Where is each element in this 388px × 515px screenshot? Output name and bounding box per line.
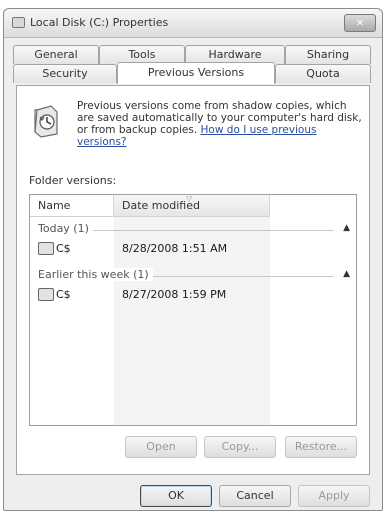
drive-snapshot-icon	[38, 242, 54, 255]
item-name: C$	[56, 288, 71, 301]
tab-quota[interactable]: Quota	[275, 64, 371, 83]
close-button[interactable]: ✕	[344, 14, 376, 32]
list-item[interactable]: C$ 8/27/2008 1:59 PM	[36, 286, 346, 304]
tab-security[interactable]: Security	[13, 64, 117, 83]
previous-versions-icon	[34, 105, 58, 138]
chevron-up-icon[interactable]: ▲	[343, 269, 350, 279]
list-item[interactable]: C$ 8/28/2008 1:51 AM	[36, 240, 346, 258]
folder-versions-label: Folder versions:	[29, 174, 117, 187]
group-label: Today (1)	[38, 222, 93, 235]
apply-button[interactable]: Apply	[298, 485, 370, 507]
open-button[interactable]: Open	[125, 436, 197, 458]
info-text-block: Previous versions come from shadow copie…	[77, 100, 362, 148]
column-header-name-label: Name	[38, 199, 71, 212]
title-bar[interactable]: Local Disk (C:) Properties ✕	[4, 9, 382, 38]
item-name: C$	[56, 242, 71, 255]
tab-general[interactable]: General	[13, 45, 99, 64]
group-label: Earlier this week (1)	[38, 268, 153, 281]
window-title: Local Disk (C:) Properties	[30, 16, 169, 29]
ok-button[interactable]: OK	[140, 485, 212, 507]
chevron-up-icon[interactable]: ▲	[343, 223, 350, 233]
group-header-today[interactable]: Today (1) ▲	[38, 222, 352, 238]
item-date-modified: 8/27/2008 1:59 PM	[122, 288, 227, 301]
column-header-name[interactable]: Name	[30, 195, 114, 217]
tab-previous-versions[interactable]: Previous Versions	[117, 62, 275, 84]
restore-button[interactable]: Restore...	[285, 436, 357, 458]
drive-snapshot-icon	[38, 288, 54, 301]
properties-dialog: Local Disk (C:) Properties ✕ General Too…	[3, 8, 383, 511]
tab-sharing[interactable]: Sharing	[285, 45, 371, 64]
cancel-button[interactable]: Cancel	[219, 485, 291, 507]
item-date-modified: 8/28/2008 1:51 AM	[122, 242, 228, 255]
previous-versions-panel: Previous versions come from shadow copie…	[16, 85, 370, 475]
column-header-date-modified[interactable]: ▽ Date modified	[114, 195, 270, 217]
drive-icon	[12, 17, 25, 28]
folder-versions-list[interactable]: Name ▽ Date modified Today (1) ▲ C$ 8/28…	[29, 194, 357, 426]
column-header-date-label: Date modified	[122, 199, 200, 212]
group-header-earlier-this-week[interactable]: Earlier this week (1) ▲	[38, 268, 352, 284]
copy-button[interactable]: Copy...	[204, 436, 276, 458]
